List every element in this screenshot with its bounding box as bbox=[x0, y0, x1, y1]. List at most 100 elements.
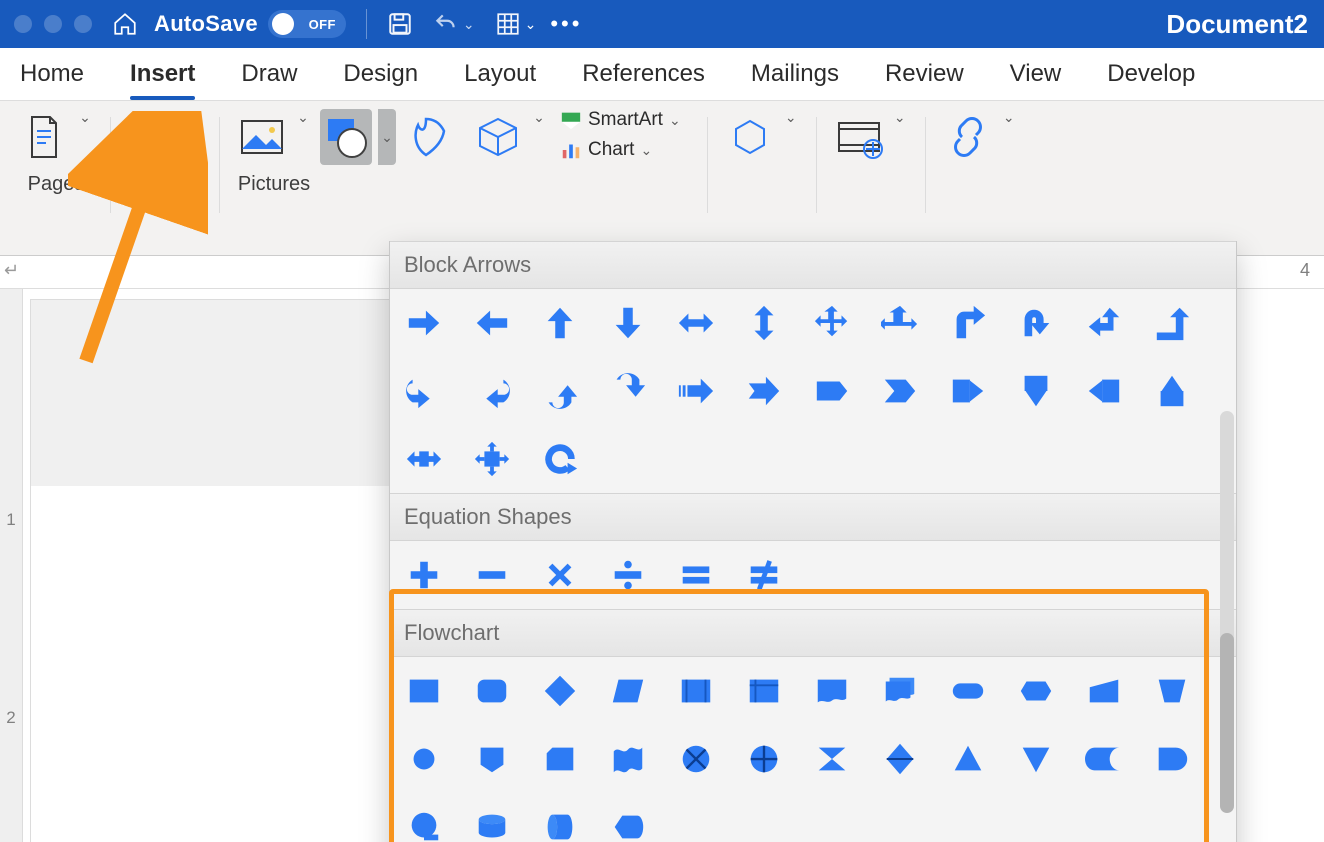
shape-flow-process[interactable] bbox=[404, 671, 444, 711]
pictures-dropdown[interactable]: ⌄ bbox=[294, 109, 312, 126]
shape-flow-preparation[interactable] bbox=[1016, 671, 1056, 711]
shape-curved-up-arrow[interactable] bbox=[540, 371, 580, 411]
undo-icon[interactable]: ⌄ bbox=[433, 11, 475, 37]
shape-left-right-up-arrow[interactable] bbox=[880, 303, 920, 343]
document-page[interactable] bbox=[30, 299, 392, 842]
shapes-dropdown[interactable]: ⌄ bbox=[378, 109, 396, 165]
tab-mailings[interactable]: Mailings bbox=[751, 54, 839, 94]
shape-up-arrow[interactable] bbox=[540, 303, 580, 343]
pictures-button[interactable] bbox=[236, 109, 288, 165]
shape-down-arrow[interactable] bbox=[608, 303, 648, 343]
shape-flow-predefined-process[interactable] bbox=[676, 671, 716, 711]
shape-multiply[interactable] bbox=[540, 555, 580, 595]
addins-dropdown[interactable]: ⌄ bbox=[782, 109, 800, 126]
shape-bent-up-arrow[interactable] bbox=[1152, 303, 1192, 343]
shape-down-arrow-callout[interactable] bbox=[1016, 371, 1056, 411]
home-icon[interactable] bbox=[112, 11, 138, 37]
tab-references[interactable]: References bbox=[582, 54, 705, 94]
shape-curved-down-arrow[interactable] bbox=[608, 371, 648, 411]
autosave-toggle[interactable]: OFF bbox=[268, 10, 346, 38]
shape-notched-right-arrow[interactable] bbox=[744, 371, 784, 411]
tab-draw[interactable]: Draw bbox=[241, 54, 297, 94]
shape-left-up-arrow[interactable] bbox=[1084, 303, 1124, 343]
shape-flow-connector[interactable] bbox=[404, 739, 444, 779]
shape-plus[interactable] bbox=[404, 555, 444, 595]
shape-right-arrow-callout[interactable] bbox=[948, 371, 988, 411]
shape-flow-display[interactable] bbox=[608, 807, 648, 842]
shape-pentagon-arrow[interactable] bbox=[812, 371, 852, 411]
shape-flow-decision[interactable] bbox=[540, 671, 580, 711]
shape-up-arrow-callout[interactable] bbox=[1152, 371, 1192, 411]
shape-circular-arrow[interactable] bbox=[540, 439, 580, 479]
shape-flow-manual-input[interactable] bbox=[1084, 671, 1124, 711]
shape-flow-or[interactable] bbox=[744, 739, 784, 779]
tab-insert[interactable]: Insert bbox=[130, 54, 195, 94]
minimize-window-button[interactable] bbox=[44, 15, 62, 33]
shape-flow-alternate-process[interactable] bbox=[472, 671, 512, 711]
shape-division[interactable] bbox=[608, 555, 648, 595]
shape-quad-arrow-callout[interactable] bbox=[472, 439, 512, 479]
shape-left-right-arrow[interactable] bbox=[676, 303, 716, 343]
tab-review[interactable]: Review bbox=[885, 54, 964, 94]
chart-button[interactable]: Chart ⌄ bbox=[560, 139, 681, 161]
shape-flow-card[interactable] bbox=[540, 739, 580, 779]
shape-curved-right-arrow[interactable] bbox=[404, 371, 444, 411]
pages-button[interactable] bbox=[18, 109, 70, 165]
shape-flow-internal-storage[interactable] bbox=[744, 671, 784, 711]
shape-flow-document[interactable] bbox=[812, 671, 852, 711]
shape-flow-punched-tape[interactable] bbox=[608, 739, 648, 779]
tab-design[interactable]: Design bbox=[343, 54, 418, 94]
shapes-button[interactable] bbox=[320, 109, 372, 165]
close-window-button[interactable] bbox=[14, 15, 32, 33]
table-button[interactable] bbox=[127, 109, 179, 165]
online-video-dropdown[interactable]: ⌄ bbox=[891, 109, 909, 126]
shape-flow-offpage-connector[interactable] bbox=[472, 739, 512, 779]
table-dropdown[interactable]: ⌄ bbox=[185, 109, 203, 126]
shape-quad-arrow[interactable] bbox=[812, 303, 852, 343]
tab-view[interactable]: View bbox=[1010, 54, 1062, 94]
shape-left-arrow[interactable] bbox=[472, 303, 512, 343]
online-video-button[interactable] bbox=[833, 109, 885, 165]
shape-chevron-arrow[interactable] bbox=[880, 371, 920, 411]
shape-flow-stored-data[interactable] bbox=[1084, 739, 1124, 779]
shape-flow-sort[interactable] bbox=[880, 739, 920, 779]
shape-flow-extract[interactable] bbox=[948, 739, 988, 779]
shape-flow-terminator[interactable] bbox=[948, 671, 988, 711]
shape-equal[interactable] bbox=[676, 555, 716, 595]
3d-models-dropdown[interactable]: ⌄ bbox=[530, 109, 548, 126]
shape-flow-merge[interactable] bbox=[1016, 739, 1056, 779]
pages-dropdown[interactable]: ⌄ bbox=[76, 109, 94, 126]
shape-flow-delay[interactable] bbox=[1152, 739, 1192, 779]
tab-developer[interactable]: Develop bbox=[1107, 54, 1195, 94]
addins-button[interactable] bbox=[724, 109, 776, 165]
shape-right-arrow[interactable] bbox=[404, 303, 444, 343]
shape-flow-manual-operation[interactable] bbox=[1152, 671, 1192, 711]
link-dropdown[interactable]: ⌄ bbox=[1000, 109, 1018, 126]
link-button[interactable] bbox=[942, 109, 994, 165]
shape-striped-right-arrow[interactable] bbox=[676, 371, 716, 411]
shape-uturn-arrow[interactable] bbox=[1016, 303, 1056, 343]
more-icon[interactable]: ••• bbox=[550, 11, 582, 37]
shape-up-down-arrow[interactable] bbox=[744, 303, 784, 343]
shape-flow-multidocument[interactable] bbox=[880, 671, 920, 711]
shape-flow-collate[interactable] bbox=[812, 739, 852, 779]
table-quick-icon[interactable]: ⌄ bbox=[495, 11, 537, 37]
shape-flow-magnetic-disk[interactable] bbox=[472, 807, 512, 842]
shape-bent-arrow[interactable] bbox=[948, 303, 988, 343]
shape-curved-left-arrow[interactable] bbox=[472, 371, 512, 411]
save-icon[interactable] bbox=[387, 11, 413, 37]
shape-left-right-arrow-callout[interactable] bbox=[404, 439, 444, 479]
3d-models-button[interactable] bbox=[472, 109, 524, 165]
icons-button[interactable] bbox=[408, 109, 460, 165]
shape-minus[interactable] bbox=[472, 555, 512, 595]
shape-left-arrow-callout[interactable] bbox=[1084, 371, 1124, 411]
shape-flow-summing-junction[interactable] bbox=[676, 739, 716, 779]
tab-layout[interactable]: Layout bbox=[464, 54, 536, 94]
shape-not-equal[interactable] bbox=[744, 555, 784, 595]
shape-flow-data[interactable] bbox=[608, 671, 648, 711]
shape-flow-sequential-access[interactable] bbox=[404, 807, 444, 842]
shapes-panel-scrollbar-thumb[interactable] bbox=[1220, 633, 1234, 813]
maximize-window-button[interactable] bbox=[74, 15, 92, 33]
smartart-button[interactable]: SmartArt ⌄ bbox=[560, 109, 681, 131]
tab-home[interactable]: Home bbox=[20, 54, 84, 94]
